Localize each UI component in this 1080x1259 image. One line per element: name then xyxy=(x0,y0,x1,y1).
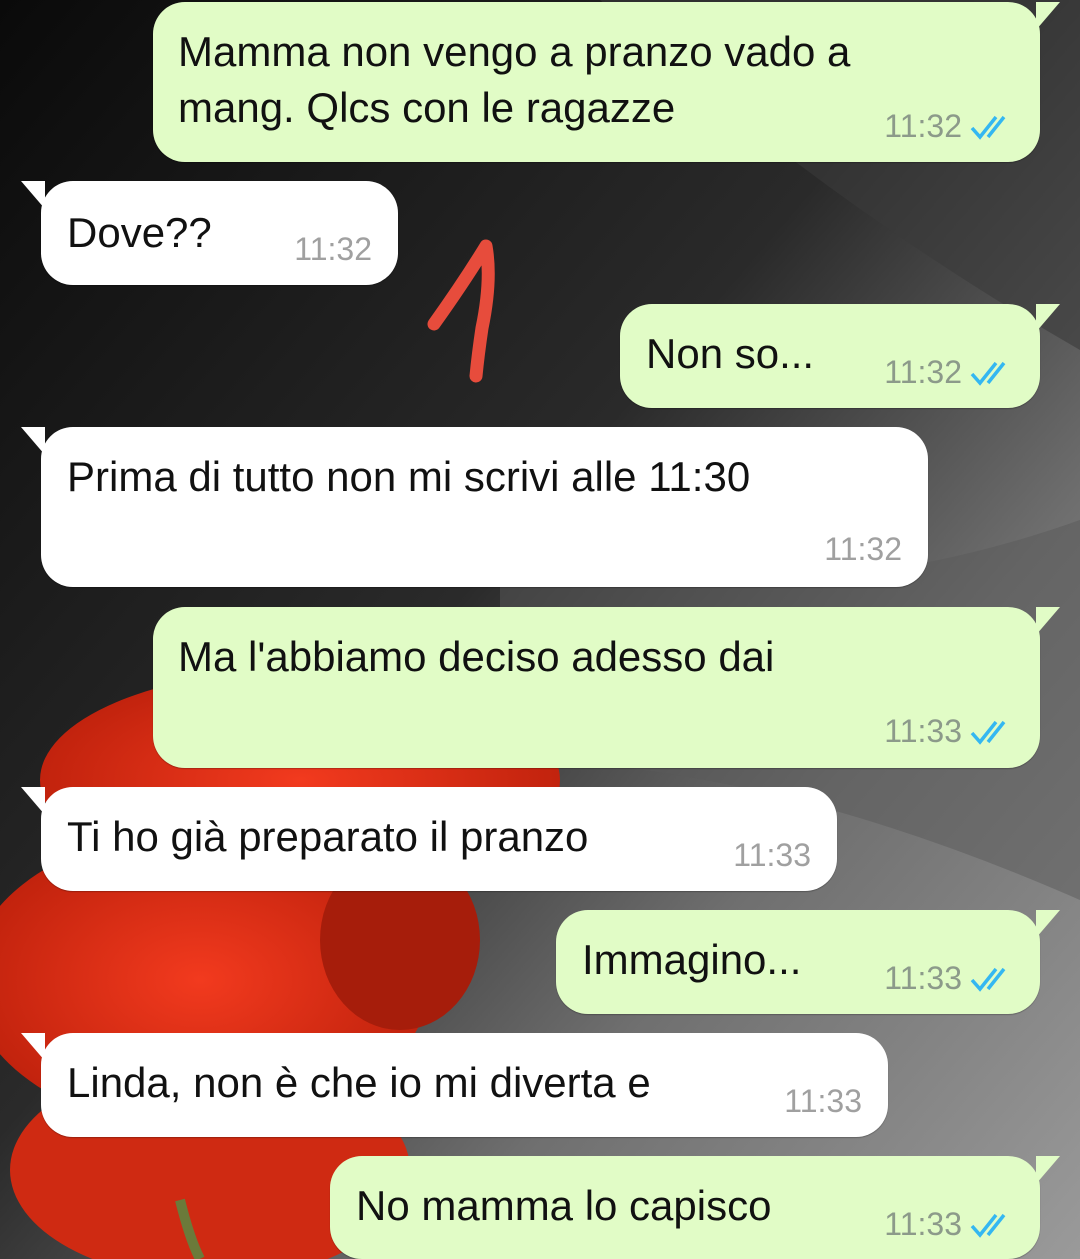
message-time: 11:33 xyxy=(884,713,962,749)
message-time: 11:33 xyxy=(884,1206,962,1242)
message-meta: 11:32 xyxy=(884,354,1014,391)
message-text: No mamma lo capisco xyxy=(356,1182,772,1229)
incoming-message[interactable]: Prima di tutto non mi scrivi alle 11:30 … xyxy=(21,427,928,587)
message-text: Dove?? xyxy=(67,209,212,256)
message-time: 11:32 xyxy=(294,231,372,267)
message-text: Ti ho già preparato il pranzo xyxy=(67,813,589,860)
read-double-tick-icon xyxy=(970,361,1006,386)
outgoing-message[interactable]: Mamma non vengo a pranzo vado a mang. Ql… xyxy=(153,2,1060,162)
message-text: Ma l'abbiamo deciso adesso dai xyxy=(178,633,775,680)
message-text: Immagino... xyxy=(582,936,802,983)
message-meta: 11:32 xyxy=(824,531,902,568)
message-meta: 11:32 xyxy=(884,108,1014,145)
outgoing-message[interactable]: No mamma lo capisco 11:33 xyxy=(330,1156,1060,1259)
outgoing-message[interactable]: Immagino... 11:33 xyxy=(556,910,1060,1014)
message-meta: 11:33 xyxy=(733,837,811,874)
incoming-message[interactable]: Dove?? 11:32 xyxy=(21,181,398,285)
read-double-tick-icon xyxy=(970,115,1006,140)
message-time: 11:32 xyxy=(884,354,962,390)
message-time: 11:33 xyxy=(784,1083,862,1119)
message-meta: 11:33 xyxy=(784,1083,862,1120)
message-text: Prima di tutto non mi scrivi alle 11:30 xyxy=(67,453,751,500)
message-text: Non so... xyxy=(646,330,815,377)
incoming-message[interactable]: Ti ho già preparato il pranzo 11:33 xyxy=(21,787,837,891)
chat-messages[interactable]: Mamma non vengo a pranzo vado a mang. Ql… xyxy=(0,0,1080,1259)
message-time: 11:32 xyxy=(884,108,962,144)
handwritten-number-annotation xyxy=(427,239,495,383)
read-double-tick-icon xyxy=(970,720,1006,745)
incoming-message[interactable]: Linda, non è che io mi diverta e 11:33 xyxy=(21,1033,888,1137)
message-text: Linda, non è che io mi diverta e xyxy=(67,1059,651,1106)
outgoing-message[interactable]: Non so... 11:32 xyxy=(620,304,1060,408)
message-time: 11:33 xyxy=(884,960,962,996)
read-double-tick-icon xyxy=(970,967,1006,992)
message-meta: 11:33 xyxy=(884,960,1014,997)
read-double-tick-icon xyxy=(970,1213,1006,1238)
message-text: Mamma non vengo a pranzo vado a mang. Ql… xyxy=(178,28,851,131)
message-time: 11:32 xyxy=(824,531,902,567)
outgoing-message[interactable]: Ma l'abbiamo deciso adesso dai 11:33 xyxy=(153,607,1060,768)
message-meta: 11:33 xyxy=(884,1206,1014,1243)
message-meta: 11:32 xyxy=(294,231,372,268)
message-time: 11:33 xyxy=(733,837,811,873)
message-meta: 11:33 xyxy=(884,713,1014,750)
